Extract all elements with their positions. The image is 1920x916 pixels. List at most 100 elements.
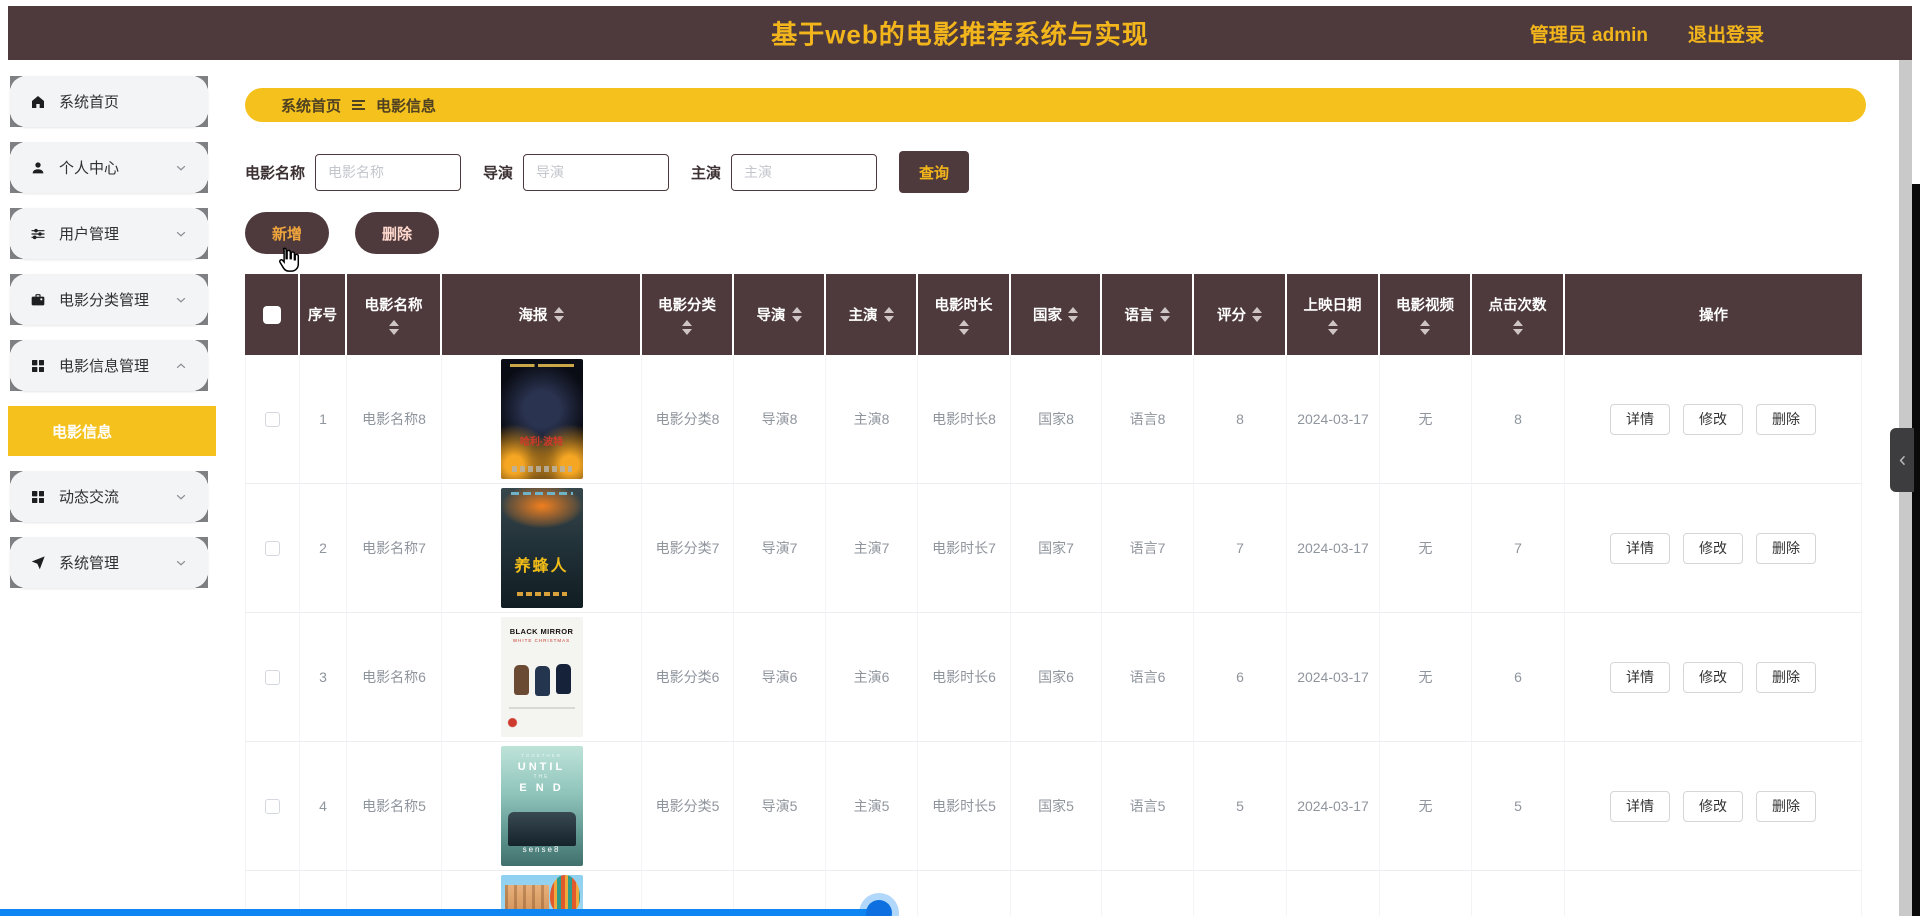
row-checkbox[interactable]: [265, 669, 280, 685]
row-checkbox[interactable]: [265, 411, 280, 427]
briefcase-icon: [30, 292, 46, 308]
right-edge-strip: [1912, 184, 1920, 916]
column-label: 点击次数: [1488, 298, 1547, 314]
column-header-category[interactable]: 电影分类: [642, 274, 734, 355]
select-all-checkbox[interactable]: [262, 305, 281, 324]
logout-link[interactable]: 退出登录: [1688, 20, 1764, 47]
cell-rating: [1194, 871, 1287, 916]
sidebar-item[interactable]: 电影信息管理: [10, 340, 208, 391]
director-input[interactable]: [523, 153, 670, 191]
row-delete-button[interactable]: 删除: [1756, 661, 1816, 693]
sort-icon: [388, 320, 399, 335]
sidebar-item-card: 电影信息管理: [10, 340, 208, 391]
detail-button[interactable]: 详情: [1610, 661, 1670, 693]
breadcrumb-home[interactable]: 系统首页: [281, 95, 341, 116]
sliders-icon: [30, 226, 46, 242]
table-header-row: 序号 电影名称 海报 电影分类 导演 主演 电影时长 国家 语言 评分 上映日期 电影视频 点击次数 操作: [245, 274, 1862, 355]
sidebar-item[interactable]: 个人中心: [10, 142, 208, 193]
cell-director: 导演8: [734, 355, 826, 484]
column-header-clicks[interactable]: 点击次数: [1472, 274, 1565, 355]
page-title: 基于web的电影推荐系统与实现: [771, 19, 1149, 50]
search-group-name: 电影名称: [245, 153, 462, 191]
star-input[interactable]: [731, 153, 878, 191]
cell-category: 电影分类6: [642, 613, 734, 742]
detail-button[interactable]: 详情: [1610, 790, 1670, 822]
sort-icon: [1159, 307, 1170, 322]
sort-icon: [958, 320, 969, 335]
admin-user-link[interactable]: 管理员 admin: [1530, 20, 1648, 47]
cell-category: 电影分类7: [642, 484, 734, 613]
collapse-panel-handle[interactable]: [1890, 428, 1914, 492]
sidebar-item[interactable]: 系统首页: [10, 76, 208, 127]
cell-clicks: 7: [1472, 484, 1565, 613]
table-row: 3 电影名称6 BLACK MIRROR WHITE CHRISTMAS 电影分类6 导演…: [245, 613, 1862, 742]
column-header-director[interactable]: 导演: [734, 274, 826, 355]
movie-poster: TOGETHER UNTIL THE E N Dsense8: [500, 746, 583, 866]
column-header-language[interactable]: 语言: [1102, 274, 1194, 355]
cell-director: 导演7: [734, 484, 826, 613]
sidebar-item-label: 电影信息管理: [59, 358, 150, 375]
column-header-poster[interactable]: 海报: [442, 274, 642, 355]
sidebar-item-label: 系统首页: [59, 94, 120, 111]
cell-language: 语言6: [1102, 613, 1194, 742]
cell-select: [245, 484, 300, 613]
edit-button[interactable]: 修改: [1683, 532, 1743, 564]
cell-star: 主演5: [826, 742, 918, 871]
column-header-country[interactable]: 国家: [1011, 274, 1102, 355]
edit-button[interactable]: 修改: [1683, 790, 1743, 822]
row-checkbox[interactable]: [265, 798, 280, 814]
column-header-video[interactable]: 电影视频: [1380, 274, 1472, 355]
cell-rating: 7: [1194, 484, 1287, 613]
cell-actions: 详情 修改 删除: [1565, 484, 1862, 613]
delete-button[interactable]: 删除: [355, 212, 440, 254]
column-label: 评分: [1217, 308, 1246, 324]
detail-button[interactable]: 详情: [1610, 403, 1670, 435]
add-button[interactable]: 新增: [245, 212, 330, 254]
cell-language: 语言7: [1102, 484, 1194, 613]
row-checkbox[interactable]: [265, 540, 280, 556]
sidebar-item[interactable]: 系统管理: [10, 537, 208, 588]
column-header-actions: 操作: [1565, 274, 1862, 355]
column-header-date[interactable]: 上映日期: [1287, 274, 1380, 355]
row-delete-button[interactable]: 删除: [1756, 532, 1816, 564]
toolbar: 新增 删除: [245, 212, 440, 254]
cell-seq: 4: [300, 742, 347, 871]
chevron-down-icon: [174, 490, 188, 504]
edit-button[interactable]: 修改: [1683, 403, 1743, 435]
column-header-rating[interactable]: 评分: [1194, 274, 1287, 355]
sidebar-item[interactable]: 动态交流: [10, 471, 208, 522]
column-label: 导演: [756, 308, 786, 324]
row-delete-button[interactable]: 删除: [1756, 790, 1816, 822]
column-header-star[interactable]: 主演: [826, 274, 918, 355]
movie-name-input[interactable]: [315, 153, 462, 191]
row-delete-button[interactable]: 删除: [1756, 403, 1816, 435]
cell-poster: 哈利·波特: [442, 355, 642, 484]
table-row: 2 电影名称7 养蜂人 电影分类7 导演7 主演7 电影时长7 国家7 语言7 7 2024-03-…: [245, 484, 1862, 613]
movie-poster: BLACK MIRROR WHITE CHRISTMAS: [500, 617, 583, 737]
sidebar-item-label: 用户管理: [59, 226, 120, 243]
table-body: 1 电影名称8 哈利·波特 电影分类8 导演8 主演8 电影时长8 国家8 语言8 8 2024-0…: [245, 355, 1862, 916]
sidebar-subitem-active[interactable]: 电影信息: [8, 406, 216, 456]
edit-button[interactable]: 修改: [1683, 661, 1743, 693]
column-header-duration[interactable]: 电影时长: [918, 274, 1011, 355]
query-button[interactable]: 查询: [899, 151, 970, 193]
cell-country: 国家5: [1011, 742, 1102, 871]
column-label: 电影名称: [364, 298, 423, 314]
detail-button[interactable]: 详情: [1610, 532, 1670, 564]
cell-language: 语言5: [1102, 742, 1194, 871]
column-header-name[interactable]: 电影名称: [347, 274, 442, 355]
column-label: 语言: [1124, 308, 1154, 324]
chevron-left-icon: [1899, 455, 1905, 465]
director-label: 导演: [483, 164, 514, 182]
sidebar-item[interactable]: 用户管理: [10, 208, 208, 259]
cell-duration: [918, 871, 1011, 916]
sidebar-item[interactable]: 电影分类管理: [10, 274, 208, 325]
cell-category: 电影分类8: [642, 355, 734, 484]
sidebar-item-label: 电影分类管理: [59, 292, 150, 309]
bottom-progress-bar[interactable]: [0, 909, 878, 916]
cell-rating: 6: [1194, 613, 1287, 742]
column-label: 海报: [518, 308, 548, 324]
column-label: 主演: [848, 308, 878, 324]
sidebar-item-card: 用户管理: [10, 208, 208, 259]
search-form: 电影名称 导演 主演 查询: [245, 150, 970, 194]
